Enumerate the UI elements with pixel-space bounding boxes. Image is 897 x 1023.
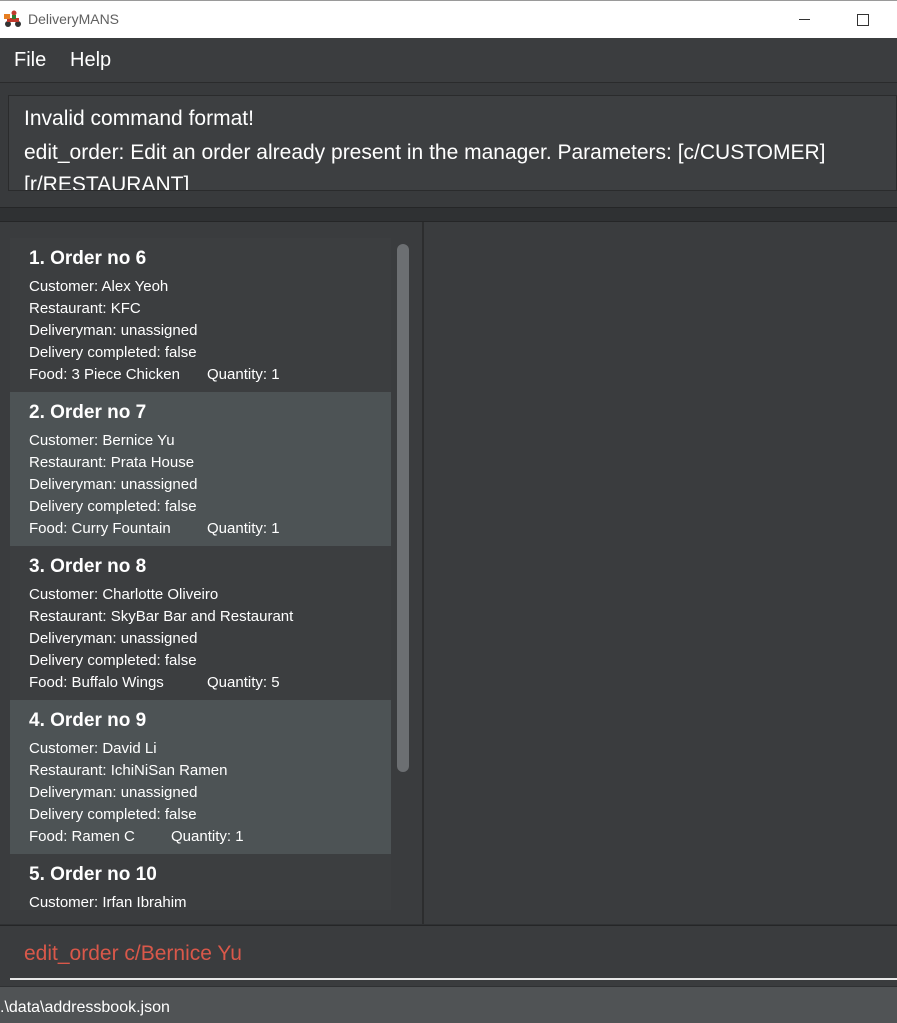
order-card[interactable]: 2. Order no 7 Customer: Bernice Yu Resta… (10, 392, 391, 546)
command-input[interactable] (10, 930, 897, 980)
order-title: 4. Order no 9 (29, 710, 147, 731)
order-title: 3. Order no 8 (29, 556, 147, 577)
window-title: DeliveryMANS (28, 11, 120, 27)
order-completed: Delivery completed: false (29, 652, 197, 669)
order-completed: Delivery completed: false (29, 344, 197, 361)
order-restaurant: Restaurant: KFC (29, 300, 141, 317)
order-completed: Delivery completed: false (29, 806, 197, 823)
order-quantity: Quantity: 1 (207, 520, 280, 537)
order-card[interactable]: 1. Order no 6 Customer: Alex Yeoh Restau… (10, 238, 391, 392)
order-list[interactable]: 1. Order no 6 Customer: Alex Yeoh Restau… (10, 238, 412, 910)
order-food: Food: Curry Fountain (29, 520, 171, 537)
order-list-scrollbar[interactable] (395, 238, 412, 910)
order-food: Food: 3 Piece Chicken (29, 366, 180, 383)
order-restaurant: Restaurant: IchiNiSan Ramen (29, 762, 228, 779)
order-card[interactable]: 5. Order no 10 Customer: Irfan Ibrahim (10, 854, 391, 910)
order-food: Food: Ramen C (29, 828, 135, 845)
order-deliveryman: Deliveryman: unassigned (29, 784, 198, 801)
order-quantity: Quantity: 1 (171, 828, 244, 845)
result-line-3: [r/RESTAURANT] (24, 173, 190, 191)
order-deliveryman: Deliveryman: unassigned (29, 630, 198, 647)
menu-bar: File Help (0, 38, 897, 83)
order-customer: Customer: Bernice Yu (29, 432, 175, 449)
minimize-button[interactable] (781, 1, 827, 38)
save-location: .\data\addressbook.json (0, 999, 170, 1016)
result-display[interactable]: Invalid command format! edit_order: Edit… (8, 95, 897, 191)
order-deliveryman: Deliveryman: unassigned (29, 476, 198, 493)
order-title: 1. Order no 6 (29, 248, 147, 269)
order-quantity: Quantity: 1 (207, 366, 280, 383)
status-bar: .\data\addressbook.json (0, 987, 897, 1023)
menu-help[interactable]: Help (70, 49, 111, 72)
menu-file[interactable]: File (14, 49, 46, 72)
title-bar: DeliveryMANS (0, 0, 897, 38)
order-food: Food: Buffalo Wings (29, 674, 164, 691)
divider (0, 207, 897, 208)
order-customer: Customer: David Li (29, 740, 157, 757)
result-display-panel: Invalid command format! edit_order: Edit… (0, 83, 897, 207)
order-customer: Customer: Irfan Ibrahim (29, 894, 187, 910)
maximize-button[interactable] (840, 1, 886, 38)
delivery-scooter-icon (4, 10, 21, 27)
command-box (0, 925, 897, 986)
order-deliveryman: Deliveryman: unassigned (29, 322, 198, 339)
split-pane-divider[interactable] (422, 222, 424, 924)
maximize-icon (857, 13, 869, 26)
order-restaurant: Restaurant: Prata House (29, 454, 195, 471)
order-quantity: Quantity: 5 (207, 674, 280, 691)
order-title: 5. Order no 10 (29, 864, 157, 885)
order-completed: Delivery completed: false (29, 498, 197, 515)
main-area: 1. Order no 6 Customer: Alex Yeoh Restau… (0, 222, 897, 924)
scrollbar-thumb[interactable] (397, 244, 409, 772)
order-title: 2. Order no 7 (29, 402, 147, 423)
order-card[interactable]: 4. Order no 9 Customer: David Li Restaur… (10, 700, 391, 854)
order-customer: Customer: Alex Yeoh (29, 278, 169, 295)
result-line-2: edit_order: Edit an order already presen… (24, 141, 826, 164)
order-card[interactable]: 3. Order no 8 Customer: Charlotte Olivei… (10, 546, 391, 700)
order-restaurant: Restaurant: SkyBar Bar and Restaurant (29, 608, 294, 625)
order-customer: Customer: Charlotte Oliveiro (29, 586, 219, 603)
result-line-1: Invalid command format! (24, 107, 254, 130)
minimize-icon (798, 19, 810, 20)
